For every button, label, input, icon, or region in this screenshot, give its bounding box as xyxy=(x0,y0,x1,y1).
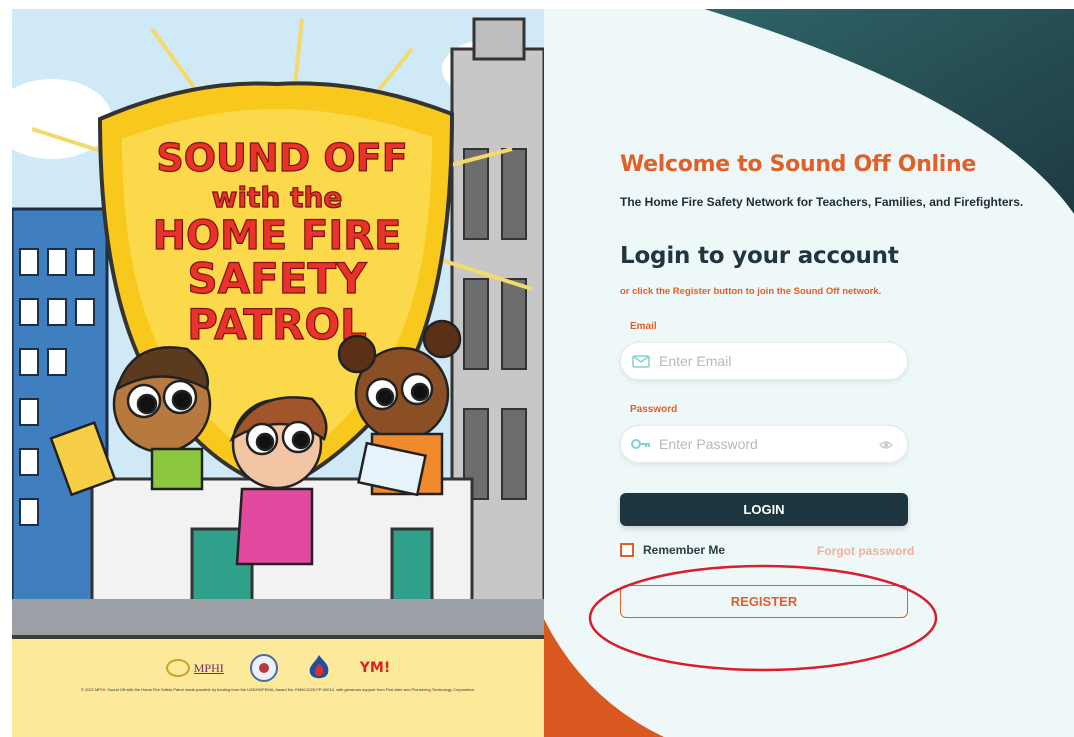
poster-footer-credit: © 2022 MPHI. Sound Off with the Home Fir… xyxy=(80,687,476,692)
forgot-password-link[interactable]: Forgot password xyxy=(817,544,914,558)
welcome-heading: Welcome to Sound Off Online xyxy=(620,152,977,177)
poster-title-line-1: SOUND OFF xyxy=(156,136,407,180)
red-circle-annotation xyxy=(588,564,938,672)
login-panel: Welcome to Sound Off Online The Home Fir… xyxy=(544,9,1074,737)
tagline: The Home Fire Safety Network for Teacher… xyxy=(620,195,1024,209)
password-field[interactable] xyxy=(620,425,908,463)
email-input[interactable] xyxy=(659,353,859,369)
mphi-logo: MPHI xyxy=(165,659,224,677)
remember-me-checkbox[interactable] xyxy=(620,543,634,557)
key-icon xyxy=(631,436,651,452)
poster-illustration: SOUND OFF with the HOME FIRE SAFETY PATR… xyxy=(12,9,544,635)
fire-is-everyones-fight-logo xyxy=(304,653,334,683)
ym-logo: YM! xyxy=(359,660,391,676)
email-label: Email xyxy=(630,321,657,332)
poster-title-line-4: SAFETY xyxy=(187,254,367,303)
email-field[interactable] xyxy=(620,342,908,380)
mail-icon xyxy=(631,353,651,369)
remember-me-label: Remember Me xyxy=(643,543,726,557)
poster-title-line-2: with the xyxy=(212,181,343,214)
password-input[interactable] xyxy=(659,436,859,452)
remember-me[interactable]: Remember Me xyxy=(620,543,725,557)
login-heading: Login to your account xyxy=(620,243,899,269)
poster-footer: MPHI YM! © 2022 MPHI. Sound Off with the… xyxy=(12,635,544,737)
register-hint: or click the Register button to join the… xyxy=(620,286,882,297)
poster-image: SOUND OFF with the HOME FIRE SAFETY PATR… xyxy=(12,9,544,737)
fema-seal-logo xyxy=(249,654,278,682)
password-label: Password xyxy=(630,404,678,415)
poster-title-line-5: PATROL xyxy=(187,300,367,349)
poster-title-line-3: HOME FIRE xyxy=(153,213,402,259)
eye-icon[interactable] xyxy=(879,438,893,452)
login-button[interactable]: LOGIN xyxy=(620,493,908,526)
